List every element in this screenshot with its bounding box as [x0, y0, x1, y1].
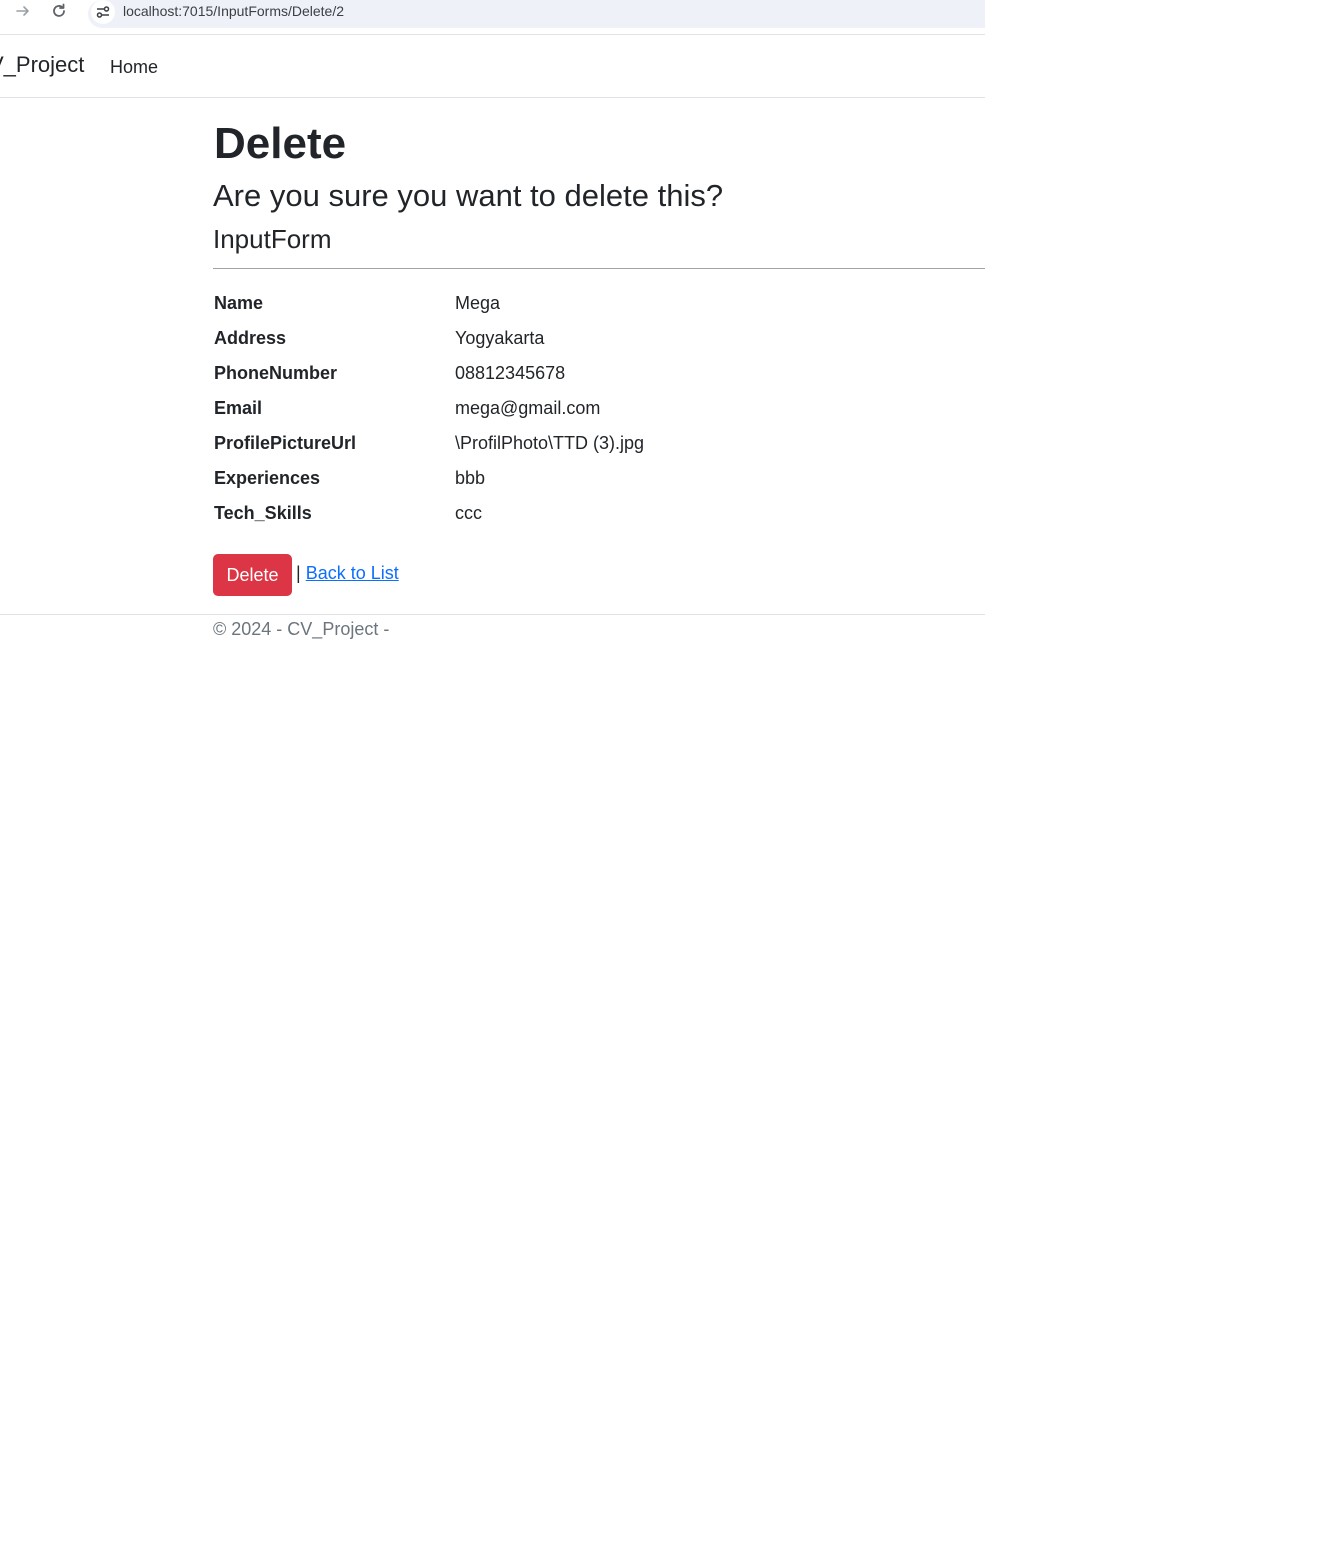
detail-value: Mega: [455, 293, 501, 313]
detail-row-tech-skills: Tech_Skills ccc: [213, 503, 985, 538]
confirm-heading: Are you sure you want to delete this?: [213, 178, 724, 213]
detail-row-profile-picture: ProfilePictureUrl \ProfilPhoto\TTD (3).j…: [213, 433, 985, 468]
app-navbar: V_Project Home: [0, 35, 985, 98]
footer: © 2024 - CV_Project -: [0, 614, 985, 655]
detail-label: Email: [214, 398, 263, 418]
action-separator: |: [296, 562, 301, 583]
detail-label: ProfilePictureUrl: [214, 433, 357, 453]
divider: [213, 268, 985, 269]
nav-link-home[interactable]: Home: [110, 57, 158, 78]
details-list: Name Mega Address Yogyakarta PhoneNumber…: [213, 293, 985, 538]
detail-value: 08812345678: [455, 363, 566, 383]
address-bar[interactable]: localhost:7015/InputForms/Delete/2: [88, 0, 985, 28]
form-actions: Delete | Back to List: [213, 554, 399, 596]
footer-text: © 2024 - CV_Project -: [213, 619, 390, 639]
detail-label: Name: [214, 293, 264, 313]
detail-value: bbb: [455, 468, 486, 488]
navbar-brand[interactable]: V_Project: [0, 52, 84, 78]
detail-value: \ProfilPhoto\TTD (3).jpg: [455, 433, 645, 453]
detail-label: PhoneNumber: [214, 363, 338, 383]
detail-label: Tech_Skills: [214, 503, 312, 523]
detail-value: mega@gmail.com: [455, 398, 601, 418]
back-to-list-link[interactable]: Back to List: [306, 563, 399, 584]
detail-value: Yogyakarta: [455, 328, 545, 348]
url-text[interactable]: localhost:7015/InputForms/Delete/2: [123, 3, 344, 19]
detail-row-name: Name Mega: [213, 293, 985, 328]
detail-row-address: Address Yogyakarta: [213, 328, 985, 363]
site-settings-icon[interactable]: [91, 0, 115, 24]
detail-label: Address: [214, 328, 287, 348]
delete-button[interactable]: Delete: [213, 554, 292, 596]
detail-value: ccc: [455, 503, 482, 523]
detail-label: Experiences: [214, 468, 321, 488]
forward-icon[interactable]: [14, 2, 32, 20]
detail-row-phone: PhoneNumber 08812345678: [213, 363, 985, 398]
page-title: Delete: [214, 119, 347, 168]
entity-heading: InputForm: [213, 224, 332, 254]
reload-icon[interactable]: [50, 2, 68, 20]
detail-row-email: Email mega@gmail.com: [213, 398, 985, 433]
browser-viewport: localhost:7015/InputForms/Delete/2 V_Pro…: [0, 0, 985, 1556]
detail-row-experiences: Experiences bbb: [213, 468, 985, 503]
browser-toolbar: localhost:7015/InputForms/Delete/2: [0, 0, 985, 35]
